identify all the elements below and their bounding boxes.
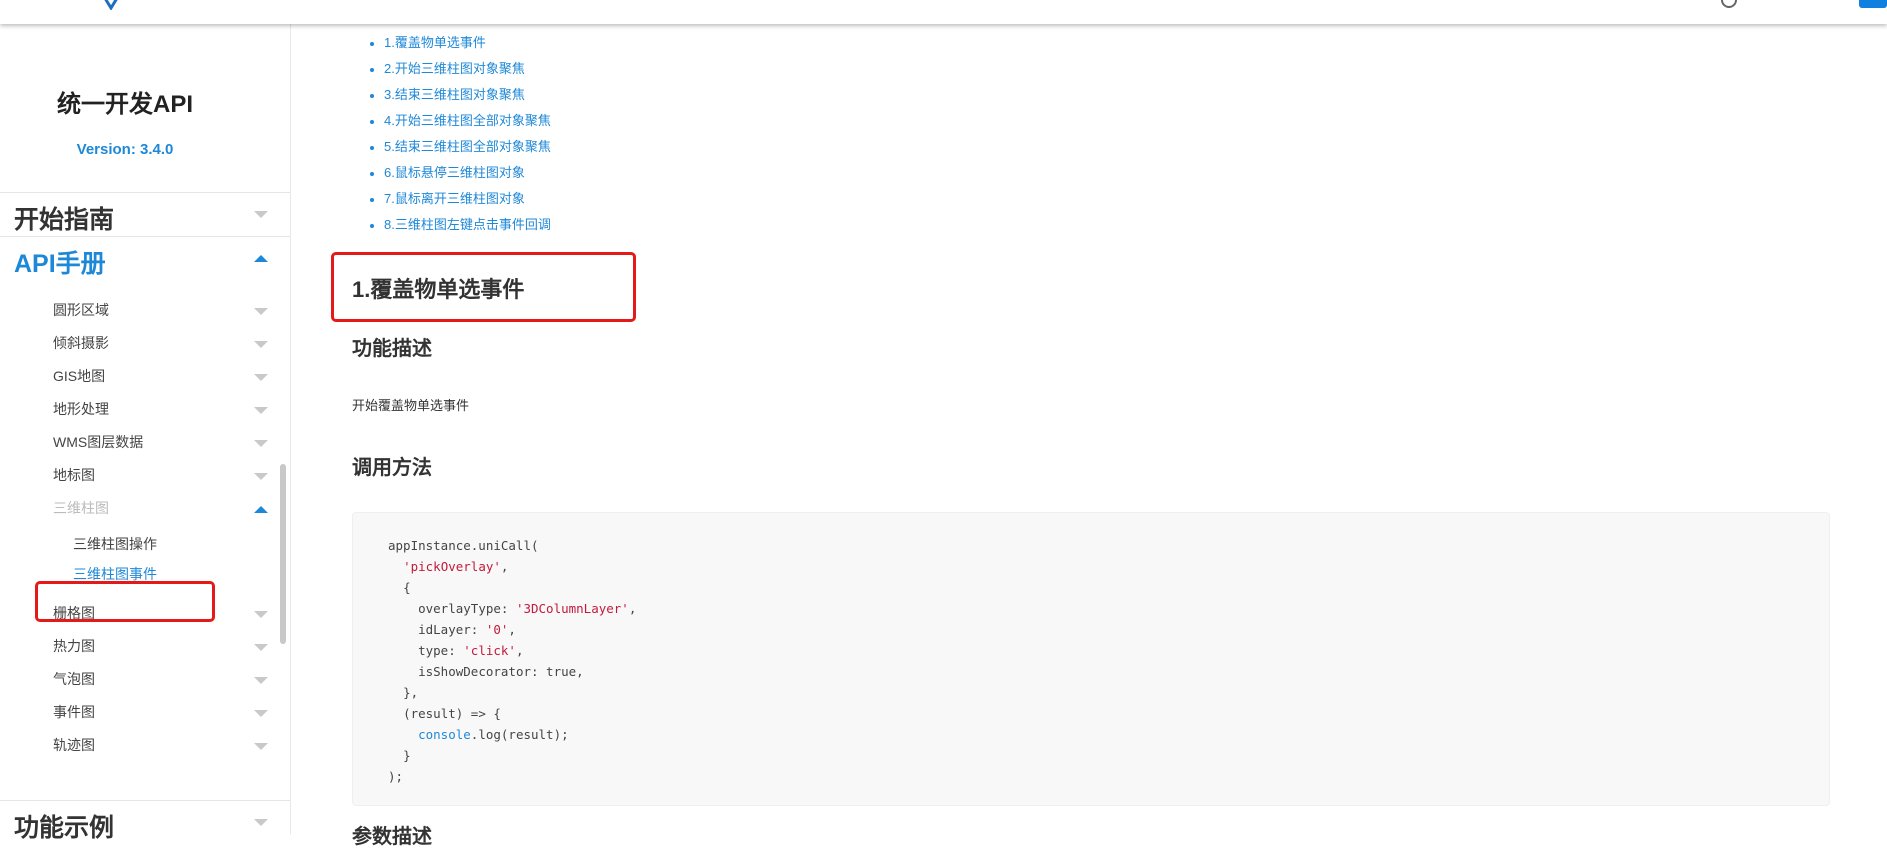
code-text: appInstance.uniCall( 'pickOverlay', { ov… (388, 538, 637, 784)
header-action-button[interactable] (1859, 0, 1887, 8)
highlight-box (35, 581, 215, 622)
code-block: appInstance.uniCall( 'pickOverlay', { ov… (352, 512, 1830, 806)
chevron-down-icon (254, 743, 268, 750)
call-heading: 调用方法 (352, 457, 432, 479)
sidebar-section-label: API手册 (14, 250, 106, 278)
toc-link[interactable]: 1.覆盖物单选事件 (384, 30, 551, 56)
main-content: 1.覆盖物单选事件 2.开始三维柱图对象聚焦 3.结束三维柱图对象聚焦 4.开始… (291, 24, 1887, 848)
param-heading: 参数描述 (352, 826, 432, 848)
sidebar-item-label: 地标图 (53, 467, 95, 483)
toc-link[interactable]: 6.鼠标悬停三维柱图对象 (384, 160, 551, 186)
sidebar-item-label: GIS地图 (53, 368, 106, 384)
sidebar-item-label: 气泡图 (53, 671, 95, 687)
chevron-down-icon (254, 473, 268, 480)
sidebar-item-wms-layer[interactable]: WMS图层数据 (53, 432, 268, 456)
top-navbar (0, 0, 1887, 24)
user-icon[interactable] (1721, 0, 1737, 8)
sidebar-item-bubble[interactable]: 气泡图 (53, 669, 268, 693)
sidebar-item-heatmap[interactable]: 热力图 (53, 636, 268, 660)
toc-link[interactable]: 7.鼠标离开三维柱图对象 (384, 186, 551, 212)
sidebar-item-trajectory[interactable]: 轨迹图 (53, 735, 268, 759)
sidebar-item-terrain[interactable]: 地形处理 (53, 399, 268, 423)
sidebar-scrollbar[interactable] (280, 464, 286, 644)
chevron-down-icon (254, 407, 268, 414)
chevron-down-icon (254, 611, 268, 618)
sidebar-section-label: 功能示例 (14, 814, 115, 842)
sidebar-item-landmark[interactable]: 地标图 (53, 465, 268, 489)
sidebar-item-label: 轨迹图 (53, 737, 95, 753)
chevron-down-icon (254, 308, 268, 315)
desc-text: 开始覆盖物单选事件 (352, 398, 470, 413)
sidebar-subitem-3d-column-ops[interactable]: 三维柱图操作 (73, 534, 157, 556)
sidebar-item-label: 地形处理 (53, 401, 109, 417)
chevron-down-icon (254, 644, 268, 651)
chevron-down-icon (254, 440, 268, 447)
sidebar-item-label: 三维柱图 (53, 500, 109, 516)
toc-link[interactable]: 2.开始三维柱图对象聚焦 (384, 56, 551, 82)
sidebar-item-3d-column[interactable]: 三维柱图 (53, 498, 268, 522)
chevron-down-icon (254, 710, 268, 717)
sidebar-section-api-manual[interactable]: API手册 (0, 236, 290, 280)
sidebar-item-oblique-photo[interactable]: 倾斜摄影 (53, 333, 268, 357)
sidebar-item-event[interactable]: 事件图 (53, 702, 268, 726)
toc-link[interactable]: 3.结束三维柱图对象聚焦 (384, 82, 551, 108)
sidebar-section-examples[interactable]: 功能示例 (0, 800, 290, 844)
sidebar-item-label: 倾斜摄影 (53, 335, 109, 351)
chevron-down-icon (254, 374, 268, 381)
chevron-down-icon (254, 677, 268, 684)
chevron-down-icon (254, 211, 268, 218)
chevron-down-icon (254, 341, 268, 348)
table-of-contents: 1.覆盖物单选事件 2.开始三维柱图对象聚焦 3.结束三维柱图对象聚焦 4.开始… (366, 30, 551, 238)
version-label: Version: 3.4.0 (76, 141, 174, 158)
sidebar: 统一开发API Version: 3.4.0 开始指南 API手册 圆形区域 倾… (0, 24, 291, 842)
sidebar-api-list: 圆形区域 倾斜摄影 GIS地图 地形处理 WMS图层数据 地标图 三维柱图 三维… (0, 278, 285, 773)
sidebar-item-label: 圆形区域 (53, 302, 109, 318)
sidebar-item-gis-map[interactable]: GIS地图 (53, 366, 268, 390)
sidebar-title: 统一开发API (56, 91, 193, 118)
sidebar-item-circle-area[interactable]: 圆形区域 (53, 300, 268, 324)
sidebar-item-label: 事件图 (53, 704, 95, 720)
chevron-down-icon (254, 819, 268, 826)
section-heading: 1.覆盖物单选事件 (352, 277, 525, 302)
desc-heading: 功能描述 (352, 338, 432, 360)
sidebar-section-label: 开始指南 (14, 206, 115, 234)
toc-link[interactable]: 5.结束三维柱图全部对象聚焦 (384, 134, 551, 160)
toc-link[interactable]: 8.三维柱图左键点击事件回调 (384, 212, 551, 238)
sidebar-item-label: 热力图 (53, 638, 95, 654)
toc-link[interactable]: 4.开始三维柱图全部对象聚焦 (384, 108, 551, 134)
logo-icon (104, 0, 118, 10)
chevron-up-icon (254, 255, 268, 262)
chevron-up-icon (254, 506, 268, 513)
sidebar-section-getting-started[interactable]: 开始指南 (0, 192, 290, 236)
sidebar-item-label: WMS图层数据 (53, 434, 144, 450)
